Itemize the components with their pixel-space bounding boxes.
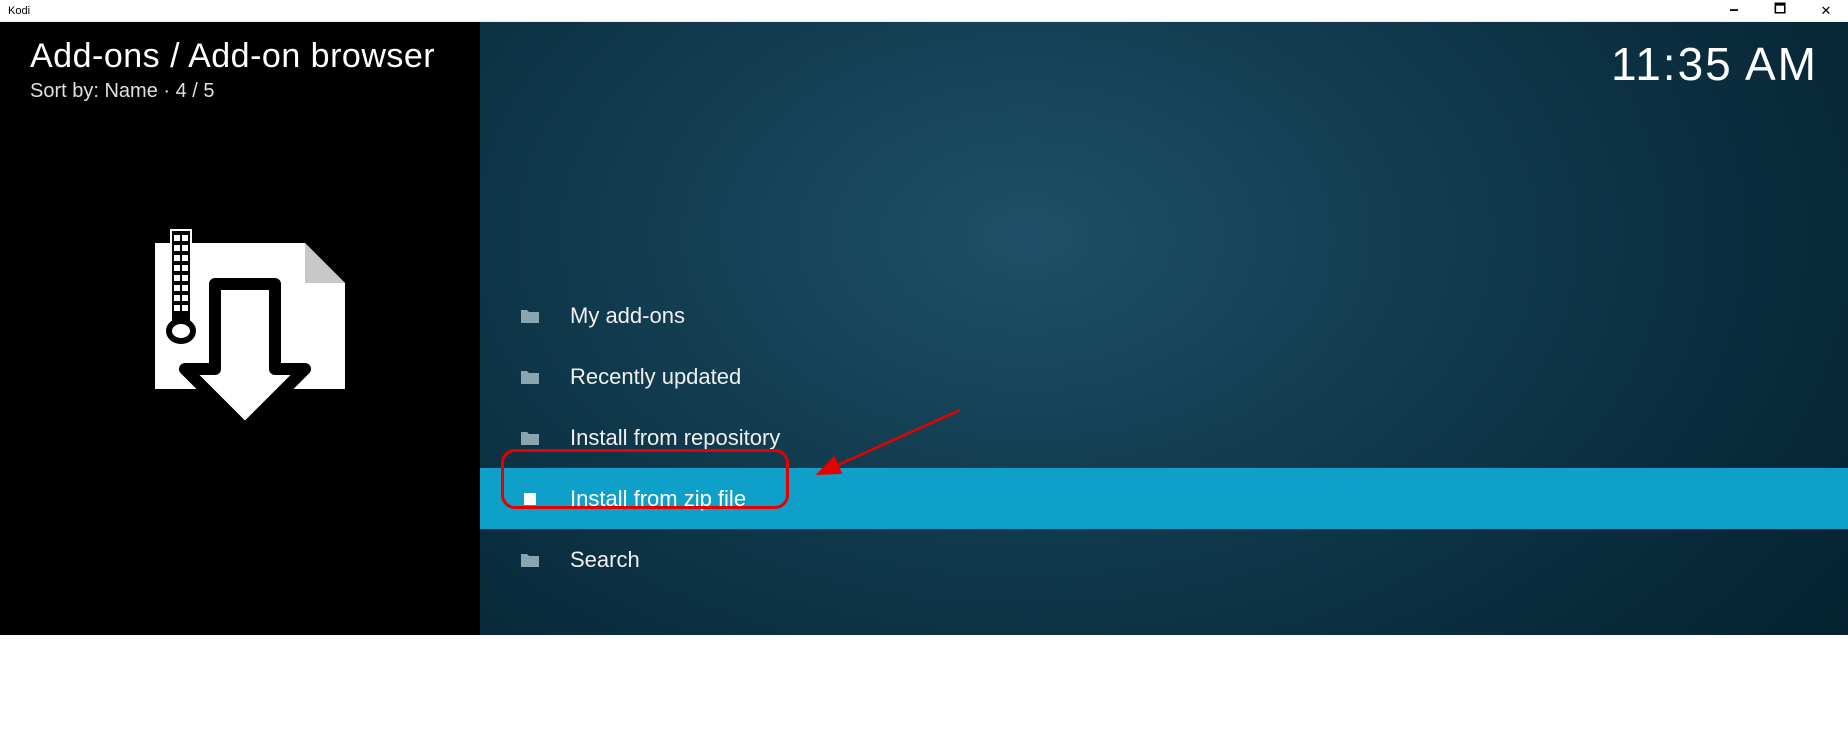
- menu-list: My add-ons Recently updated Install from…: [480, 285, 1848, 590]
- menu-item-recently-updated[interactable]: Recently updated: [480, 346, 1848, 407]
- sort-value: Name: [104, 80, 157, 102]
- sort-label: Sort by:: [30, 80, 99, 102]
- menu-item-search[interactable]: Search: [480, 529, 1848, 590]
- window-title: Kodi: [8, 5, 30, 17]
- clock: 11:35 AM: [1611, 37, 1818, 91]
- bottom-whitespace: [0, 635, 1848, 743]
- menu-item-label: My add-ons: [570, 303, 685, 329]
- window-titlebar: Kodi 🗕 🗖 ✕: [0, 0, 1848, 22]
- minimize-button[interactable]: 🗕: [1720, 0, 1748, 22]
- folder-icon: [520, 552, 540, 568]
- window-controls: 🗕 🗖 ✕: [1720, 0, 1840, 22]
- counter: 4 / 5: [176, 80, 215, 102]
- sort-info: Sort by: Name · 4 / 5: [30, 80, 450, 103]
- app-container: Add-ons / Add-on browser Sort by: Name ·…: [0, 22, 1848, 635]
- folder-icon: [520, 308, 540, 324]
- zip-download-icon: [155, 229, 345, 434]
- breadcrumb: Add-ons / Add-on browser: [30, 37, 450, 76]
- menu-item-label: Install from repository: [570, 425, 780, 451]
- folder-icon: [520, 430, 540, 446]
- folder-icon: [520, 369, 540, 385]
- maximize-button[interactable]: 🗖: [1766, 0, 1794, 22]
- sidebar: Add-ons / Add-on browser Sort by: Name ·…: [0, 22, 480, 635]
- menu-item-install-from-repository[interactable]: Install from repository: [480, 407, 1848, 468]
- menu-item-my-addons[interactable]: My add-ons: [480, 285, 1848, 346]
- square-icon: [520, 491, 540, 507]
- menu-item-label: Recently updated: [570, 364, 741, 390]
- menu-item-install-from-zip-file[interactable]: Install from zip file: [480, 468, 1848, 529]
- content-area: 11:35 AM My add-ons Recently updated Ins…: [480, 22, 1848, 635]
- menu-item-label: Install from zip file: [570, 486, 746, 512]
- sort-divider: ·: [163, 80, 175, 102]
- close-button[interactable]: ✕: [1812, 3, 1840, 19]
- menu-item-label: Search: [570, 547, 640, 573]
